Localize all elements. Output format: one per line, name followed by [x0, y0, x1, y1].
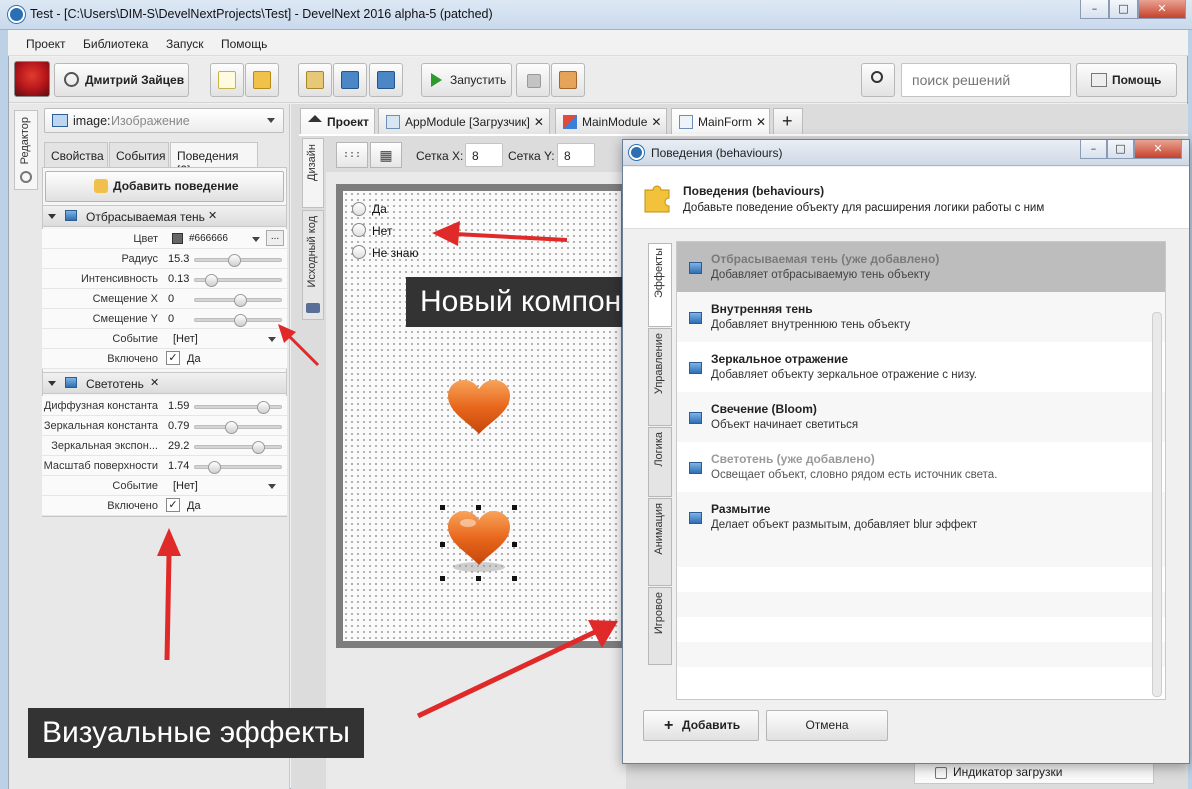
empty-list-row	[677, 617, 1165, 642]
dialog-header-desc: Добавьте поведение объекту для расширени…	[683, 202, 1045, 214]
behaviour-icon	[689, 512, 702, 524]
behaviour-list-item[interactable]: Зеркальное отражение Добавляет объекту зе…	[677, 342, 1165, 392]
dialog-vtab-game[interactable]: Игровое	[648, 587, 672, 665]
dialog-header	[623, 167, 1189, 229]
behaviour-icon	[689, 312, 702, 324]
behaviour-list-item[interactable]: Отбрасываемая тень (уже добавлено) Добавл…	[677, 242, 1165, 292]
empty-list-row	[677, 567, 1165, 592]
empty-list-row	[677, 667, 1165, 692]
dialog-vtab-control-label: Управление	[653, 333, 665, 395]
dialog-vtab-logic[interactable]: Логика	[648, 427, 672, 497]
behaviour-title: Отбрасываемая тень (уже добавлено)	[711, 252, 940, 266]
behaviour-title: Свечение (Bloom)	[711, 402, 817, 416]
behaviour-title: Размытие	[711, 502, 771, 516]
behaviour-list-item[interactable]: Свечение (Bloom) Объект начинает светитьс…	[677, 392, 1165, 442]
dialog-vtab-animation-label: Анимация	[653, 503, 665, 555]
app-logo-icon	[629, 145, 644, 160]
plus-icon: +	[664, 717, 674, 734]
dialog-header-title: Поведения (behaviours)	[683, 184, 825, 198]
dialog-title: Поведения (behaviours)	[651, 146, 783, 160]
dialog-vtab-effects-label: Эффекты	[653, 248, 665, 299]
behaviour-icon	[689, 262, 702, 274]
behaviour-desc: Делает объект размытым, добавляет blur э…	[711, 519, 978, 531]
dialog-vtab-logic-label: Логика	[653, 432, 665, 467]
behaviour-desc: Добавляет объекту зеркальное отражение с…	[711, 369, 977, 381]
behaviour-desc: Добавляет внутреннюю тень объекту	[711, 319, 911, 331]
cancel-button[interactable]: Отмена	[766, 710, 888, 741]
behaviour-icon	[689, 462, 702, 474]
dialog-vtab-game-label: Игровое	[653, 592, 665, 635]
puzzle-icon	[644, 185, 670, 213]
empty-list-row	[677, 592, 1165, 617]
behaviour-title: Светотень (уже добавлено)	[711, 452, 875, 466]
empty-list-row	[677, 642, 1165, 667]
dialog-close-button[interactable]: ✕	[1134, 140, 1182, 159]
dialog-minimize-button[interactable]: –	[1080, 140, 1107, 159]
add-button[interactable]: + Добавить	[643, 710, 759, 741]
behaviour-icon	[689, 412, 702, 424]
dialog-maximize-button[interactable]: □	[1107, 140, 1134, 159]
behaviour-title: Внутренняя тень	[711, 302, 813, 316]
list-scrollbar[interactable]	[1152, 312, 1162, 697]
behaviour-list-item[interactable]: Внутренняя тень Добавляет внутреннюю тень…	[677, 292, 1165, 342]
behaviour-desc: Освещает объект, словно рядом есть источ…	[711, 469, 998, 481]
behaviour-icon	[689, 362, 702, 374]
behaviour-title: Зеркальное отражение	[711, 352, 849, 366]
behaviour-list-item[interactable]: Размытие Делает объект размытым, добавляе…	[677, 492, 1165, 542]
dialog-vtab-control[interactable]: Управление	[648, 328, 672, 426]
dialog-vtab-animation[interactable]: Анимация	[648, 498, 672, 586]
dialog-vtab-effects[interactable]: Эффекты	[648, 243, 672, 327]
empty-list-row	[677, 542, 1165, 567]
behaviour-desc: Объект начинает светиться	[711, 419, 859, 431]
add-button-label: Добавить	[682, 718, 741, 732]
behaviour-list-item[interactable]: Светотень (уже добавлено) Освещает объект…	[677, 442, 1165, 492]
behaviour-desc: Добавляет отбрасываемую тень объекту	[711, 269, 931, 281]
